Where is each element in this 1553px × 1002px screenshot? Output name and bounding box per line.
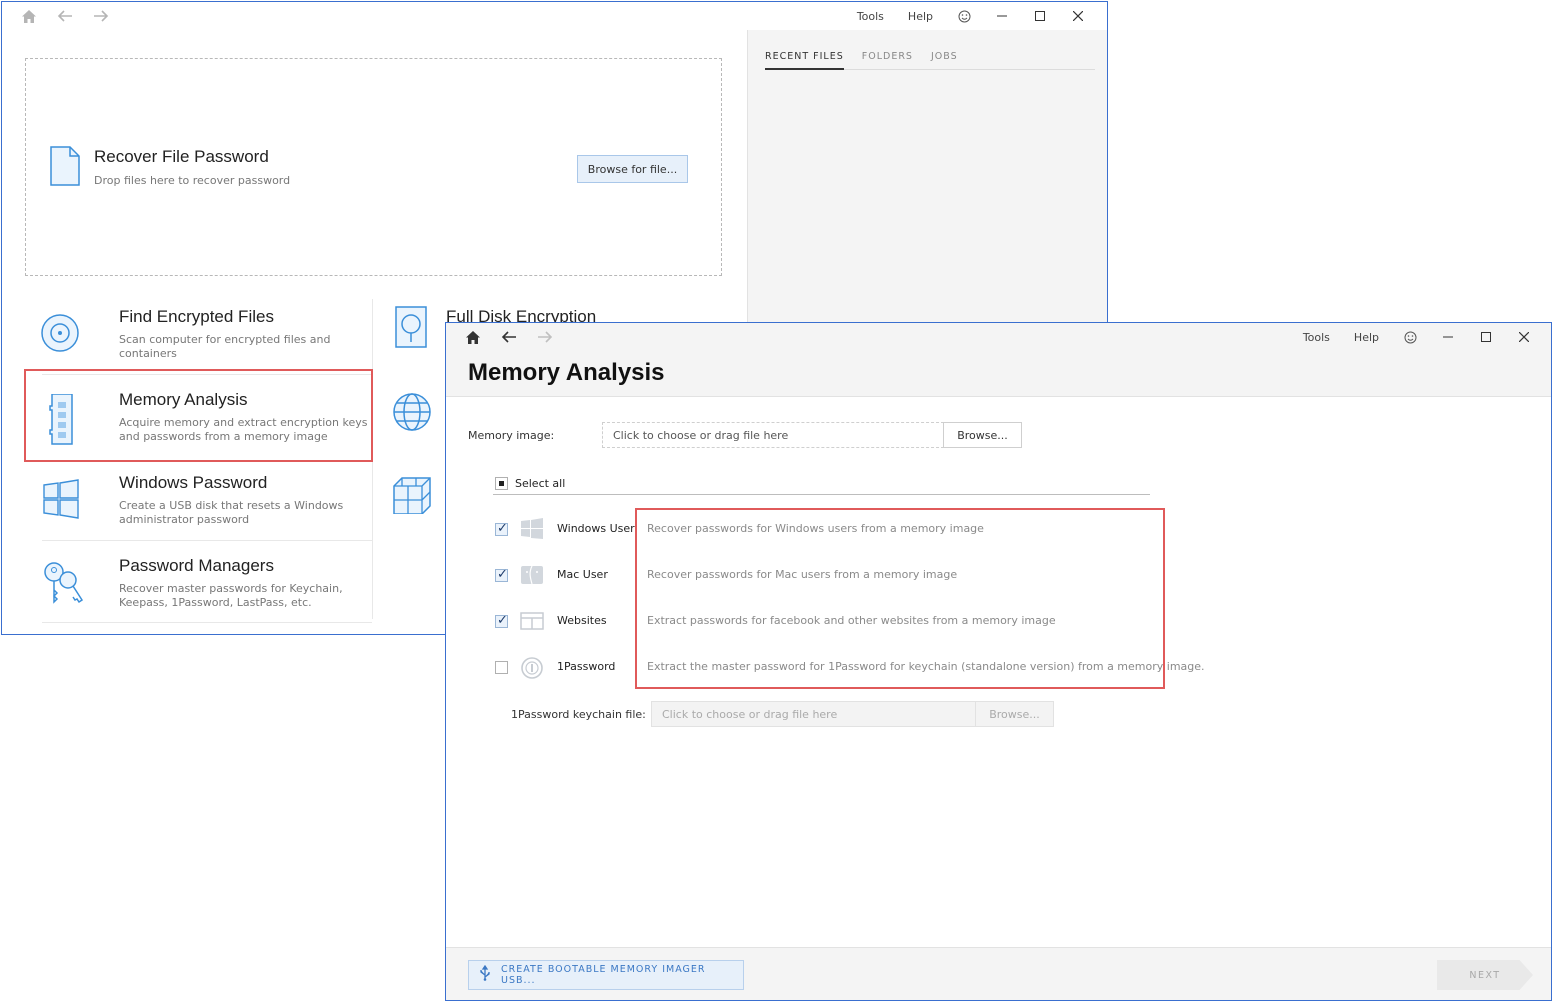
file-drop-zone[interactable]: Recover File Password Drop files here to… <box>25 58 722 276</box>
next-button[interactable]: NEXT <box>1437 960 1533 990</box>
back-arrow-icon[interactable] <box>54 5 76 27</box>
browser-window-icon <box>520 610 544 632</box>
usb-icon <box>479 964 491 985</box>
feedback-smiley-icon[interactable] <box>945 2 983 30</box>
panel-tabs: RECENT FILES FOLDERS JOBS <box>765 50 1095 70</box>
windows-logo-icon <box>40 477 84 521</box>
tile-desc: Recover master passwords for Keychain, K… <box>119 582 343 609</box>
tile-find-encrypted-files[interactable]: Find Encrypted Files Scan computer for e… <box>24 293 370 381</box>
tile-desc: Create a USB disk that resets a Windows … <box>119 499 344 526</box>
option-label: Websites <box>557 614 607 627</box>
tile-desc: Scan computer for encrypted files and co… <box>119 333 331 360</box>
create-usb-label: CREATE BOOTABLE MEMORY IMAGER USB... <box>501 964 706 986</box>
tile-password-managers[interactable]: Password Managers Recover master passwor… <box>24 542 370 630</box>
close-icon[interactable] <box>1505 323 1543 351</box>
home-icon[interactable] <box>18 5 40 27</box>
footer-bar: CREATE BOOTABLE MEMORY IMAGER USB... NEX… <box>446 947 1551 1000</box>
disk-scan-icon <box>40 311 84 355</box>
memory-analysis-window: Tools Help Memory Analysis Memory image:… <box>445 322 1552 1001</box>
help-menu[interactable]: Help <box>1342 331 1391 344</box>
forward-arrow-icon[interactable] <box>534 326 556 348</box>
recover-file-desc: Drop files here to recover password <box>94 174 291 187</box>
recover-file-title: Recover File Password <box>94 147 269 166</box>
keychain-file-input[interactable]: Click to choose or drag file here <box>651 701 976 727</box>
option-label: 1Password <box>557 660 616 673</box>
tile-title: Find Encrypted Files <box>119 307 274 326</box>
close-icon[interactable] <box>1059 2 1097 30</box>
back-arrow-icon[interactable] <box>498 326 520 348</box>
file-icon <box>50 146 80 190</box>
select-all-label: Select all <box>515 477 566 490</box>
mac-user-checkbox[interactable]: ✓ <box>495 568 508 582</box>
windows-logo-icon <box>520 518 544 540</box>
maximize-icon[interactable] <box>1021 2 1059 30</box>
select-all-checkbox[interactable] <box>495 477 508 490</box>
title-bar: Tools Help <box>2 2 1107 30</box>
memory-image-browse-button[interactable]: Browse... <box>943 422 1022 448</box>
highlight-option-descriptions <box>635 508 1165 689</box>
memory-image-input[interactable]: Click to choose or drag file here <box>602 422 944 448</box>
highlight-memory-analysis <box>24 369 373 462</box>
windows-user-checkbox[interactable]: ✓ <box>495 522 508 536</box>
memory-image-label: Memory image: <box>468 429 555 442</box>
keys-icon <box>40 560 84 604</box>
keychain-browse-button[interactable]: Browse... <box>975 701 1054 727</box>
tile-title: Password Managers <box>119 556 274 575</box>
home-icon[interactable] <box>462 326 484 348</box>
disk-search-icon <box>395 306 427 352</box>
forward-arrow-icon[interactable] <box>90 5 112 27</box>
tile-windows-password[interactable]: Windows Password Create a USB disk that … <box>24 459 370 547</box>
minimize-icon[interactable] <box>983 2 1021 30</box>
cube-grid-icon <box>392 476 432 518</box>
onepassword-icon <box>520 656 544 679</box>
tile-title: Windows Password <box>119 473 268 492</box>
keychain-file-label: 1Password keychain file: <box>511 708 646 721</box>
tab-jobs[interactable]: JOBS <box>931 50 958 70</box>
page-title: Memory Analysis <box>468 359 665 386</box>
window-header: Tools Help Memory Analysis <box>446 323 1551 397</box>
title-bar: Tools Help <box>446 323 1551 351</box>
onepassword-checkbox[interactable] <box>495 661 508 674</box>
divider <box>42 540 372 541</box>
feedback-smiley-icon[interactable] <box>1391 323 1429 351</box>
help-menu[interactable]: Help <box>896 10 945 23</box>
browse-file-button[interactable]: Browse for file... <box>577 155 688 183</box>
tab-recent-files[interactable]: RECENT FILES <box>765 50 844 70</box>
mac-finder-icon <box>520 564 544 586</box>
option-label: Mac User <box>557 568 608 581</box>
tab-folders[interactable]: FOLDERS <box>862 50 913 70</box>
select-all-row: Select all <box>493 473 1150 495</box>
divider <box>42 622 372 623</box>
create-usb-button[interactable]: CREATE BOOTABLE MEMORY IMAGER USB... <box>468 960 744 990</box>
globe-icon <box>392 392 432 436</box>
tools-menu[interactable]: Tools <box>845 10 896 23</box>
tools-menu[interactable]: Tools <box>1291 331 1342 344</box>
minimize-icon[interactable] <box>1429 323 1467 351</box>
websites-checkbox[interactable]: ✓ <box>495 614 508 628</box>
maximize-icon[interactable] <box>1467 323 1505 351</box>
option-label: Windows User <box>557 522 635 535</box>
